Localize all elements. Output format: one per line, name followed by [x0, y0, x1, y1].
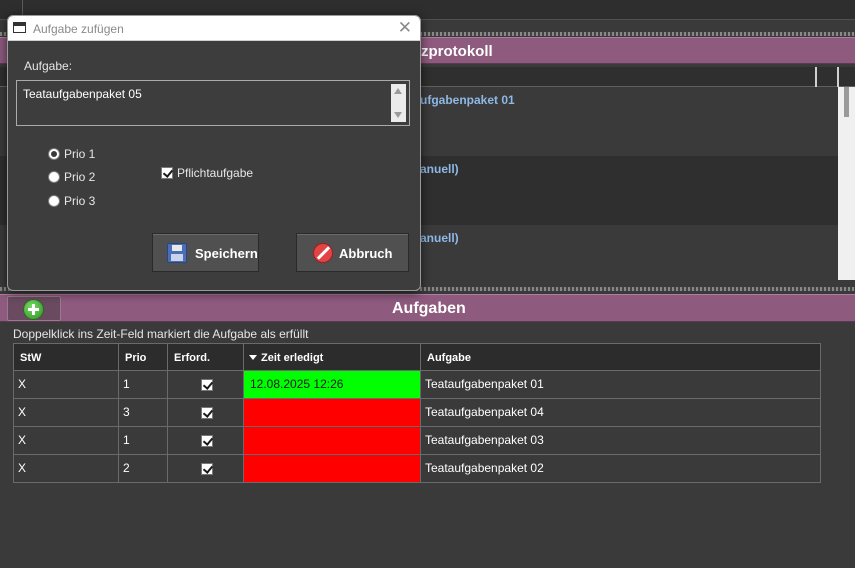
- cell-zeit-erledigt[interactable]: 12.08.2025 12:26: [244, 371, 421, 398]
- column-header-label: Aufgabe: [427, 352, 471, 364]
- radio-label: Prio 2: [64, 170, 96, 184]
- scrollbar-thumb[interactable]: [844, 87, 849, 117]
- scroll-up-icon[interactable]: [394, 88, 402, 94]
- cell-text: Teataufgabenpaket 04: [425, 405, 544, 419]
- column-header-erford[interactable]: Erford.: [168, 344, 244, 370]
- cell-zeit-erledigt[interactable]: [244, 455, 421, 482]
- column-header-zeit[interactable]: Zeit erledigt: [244, 344, 421, 370]
- app-window: zprotokoll ufgabenpaket 01 anuell) anuel…: [0, 0, 855, 568]
- cell-zeit-erledigt[interactable]: [244, 427, 421, 454]
- column-header-label: Prio: [125, 352, 147, 364]
- task-input[interactable]: Teataufgabenpaket 05: [16, 80, 410, 126]
- column-header-label: Erford.: [174, 352, 211, 364]
- save-button-label: Speichern: [195, 246, 258, 261]
- radio-dot[interactable]: [48, 171, 60, 183]
- cell-prio[interactable]: 2: [119, 455, 168, 482]
- dialog-titlebar[interactable]: Aufgabe zufügen ✕: [8, 16, 420, 41]
- cell-text: Teataufgabenpaket 02: [425, 461, 544, 475]
- checkbox[interactable]: [201, 407, 213, 419]
- cell-text: X: [18, 461, 27, 475]
- cell-aufgabe[interactable]: Teataufgabenpaket 03: [421, 427, 821, 454]
- checkbox[interactable]: [161, 167, 173, 179]
- column-header-stw[interactable]: StW: [14, 344, 119, 370]
- cell-erford[interactable]: [168, 371, 244, 398]
- column-divider[interactable]: [815, 67, 817, 87]
- cell-text: 1: [123, 377, 130, 391]
- upper-scrollbar[interactable]: [838, 87, 855, 280]
- column-header-label: Zeit erledigt: [261, 352, 324, 364]
- cell-text: Teataufgabenpaket 01: [425, 377, 544, 391]
- column-header-aufgabe[interactable]: Aufgabe: [421, 344, 821, 370]
- task-input-scrollbar[interactable]: [391, 84, 406, 122]
- list-item-text: anuell): [420, 162, 459, 176]
- cell-text: 3: [123, 405, 130, 419]
- cell-prio[interactable]: 1: [119, 371, 168, 398]
- mandatory-label: Pflichtaufgabe: [177, 166, 254, 180]
- cancel-icon: [313, 243, 333, 263]
- table-row[interactable]: X 1 Teataufgabenpaket 03: [13, 427, 821, 455]
- close-icon[interactable]: ✕: [398, 18, 412, 38]
- tasks-panel-title: Aufgaben: [392, 300, 466, 317]
- checkbox[interactable]: [201, 463, 213, 475]
- task-input-value: Teataufgabenpaket 05: [23, 87, 142, 101]
- column-header-label: StW: [20, 352, 42, 364]
- cell-text: X: [18, 433, 27, 447]
- cell-aufgabe[interactable]: Teataufgabenpaket 04: [421, 399, 821, 426]
- column-divider[interactable]: [837, 67, 839, 87]
- floppy-disk-icon: [167, 243, 187, 263]
- cell-text: X: [18, 377, 27, 391]
- cell-zeit-erledigt[interactable]: [244, 399, 421, 426]
- list-item-text: anuell): [420, 231, 459, 245]
- table-row[interactable]: X 1 12.08.2025 12:26 Teataufgabenpaket 01: [13, 371, 821, 399]
- radio-label: Prio 1: [64, 147, 96, 161]
- window-icon: [13, 22, 26, 33]
- cell-prio[interactable]: 1: [119, 427, 168, 454]
- cell-prio[interactable]: 3: [119, 399, 168, 426]
- sort-desc-icon: [249, 355, 257, 360]
- table-row[interactable]: X 2 Teataufgabenpaket 02: [13, 455, 821, 483]
- dialog-title: Aufgabe zufügen: [33, 22, 124, 36]
- column-header-prio[interactable]: Prio: [119, 344, 168, 370]
- add-task-dialog: Aufgabe zufügen ✕ Aufgabe: Teataufgabenp…: [7, 15, 421, 291]
- cell-stw[interactable]: X: [14, 455, 119, 482]
- scroll-down-icon[interactable]: [394, 112, 402, 118]
- cell-text: Teataufgabenpaket 03: [425, 433, 544, 447]
- cell-stw[interactable]: X: [14, 427, 119, 454]
- cell-aufgabe[interactable]: Teataufgabenpaket 01: [421, 371, 821, 398]
- table-row[interactable]: X 3 Teataufgabenpaket 04: [13, 399, 821, 427]
- plus-circle-icon: [23, 299, 44, 320]
- list-item-text: ufgabenpaket 01: [420, 93, 515, 107]
- cancel-button-label: Abbruch: [339, 246, 393, 261]
- cell-text: 2: [123, 461, 130, 475]
- cell-aufgabe[interactable]: Teataufgabenpaket 02: [421, 455, 821, 482]
- cell-erford[interactable]: [168, 455, 244, 482]
- cell-erford[interactable]: [168, 427, 244, 454]
- cell-stw[interactable]: X: [14, 399, 119, 426]
- radio-label: Prio 3: [64, 194, 96, 208]
- cell-stw[interactable]: X: [14, 371, 119, 398]
- cancel-button[interactable]: Abbruch: [296, 233, 409, 272]
- cell-text: X: [18, 405, 27, 419]
- checkbox[interactable]: [201, 379, 213, 391]
- cell-text: 12.08.2025 12:26: [250, 377, 344, 391]
- radio-dot[interactable]: [48, 195, 60, 207]
- cell-erford[interactable]: [168, 399, 244, 426]
- upper-panel-title: zprotokoll: [421, 43, 493, 60]
- tasks-panel-header: Aufgaben: [0, 294, 855, 322]
- hint-text: Doppelklick ins Zeit-Feld markiert die A…: [13, 327, 309, 341]
- add-task-button[interactable]: [7, 296, 61, 321]
- checkbox[interactable]: [201, 435, 213, 447]
- cell-text: 1: [123, 433, 130, 447]
- save-button[interactable]: Speichern: [152, 233, 259, 272]
- table-header: StW Prio Erford. Zeit erledigt Aufgabe: [13, 343, 821, 371]
- task-label: Aufgabe:: [24, 59, 73, 73]
- radio-dot[interactable]: [48, 148, 60, 160]
